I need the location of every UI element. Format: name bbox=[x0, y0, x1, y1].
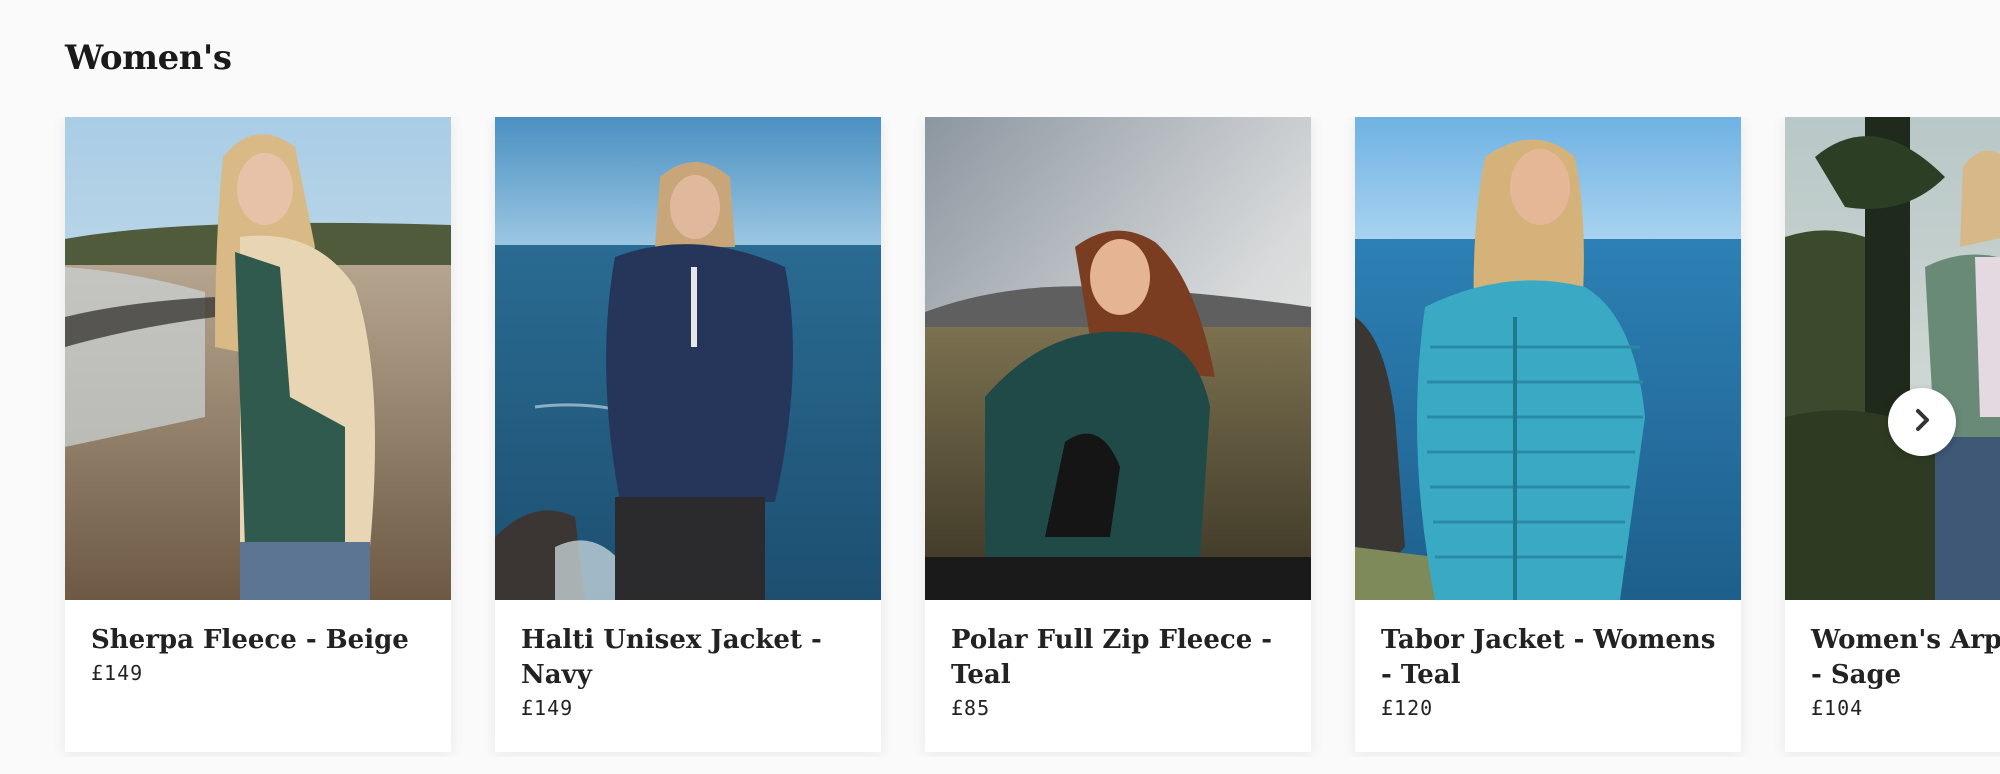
product-image[interactable] bbox=[1355, 117, 1741, 600]
product-name[interactable]: Tabor Jacket - Womens - Teal bbox=[1381, 623, 1721, 693]
product-price: £149 bbox=[521, 696, 574, 720]
section-title: Women's bbox=[65, 38, 232, 78]
product-name[interactable]: Polar Full Zip Fleece - Teal bbox=[951, 623, 1291, 693]
carousel-next-button[interactable] bbox=[1888, 388, 1956, 456]
product-info: Sherpa Fleece - Beige £149 bbox=[91, 623, 431, 688]
product-info: Polar Full Zip Fleece - Teal £85 bbox=[951, 623, 1291, 723]
product-image[interactable] bbox=[495, 117, 881, 600]
product-card[interactable]: Tabor Jacket - Womens - Teal £120 bbox=[1355, 117, 1741, 752]
product-name[interactable]: Halti Unisex Jacket - Navy bbox=[521, 623, 861, 693]
chevron-right-icon bbox=[1908, 406, 1936, 438]
product-info: Women's Arpeto Fleece - Sage £104 bbox=[1811, 623, 2000, 723]
product-price: £149 bbox=[91, 661, 144, 685]
product-card[interactable]: Halti Unisex Jacket - Navy £149 bbox=[495, 117, 881, 752]
product-price: £104 bbox=[1811, 696, 1864, 720]
product-carousel: Sherpa Fleece - Beige £149 Halti Unisex … bbox=[0, 117, 2000, 757]
product-card[interactable]: Polar Full Zip Fleece - Teal £85 bbox=[925, 117, 1311, 752]
product-name[interactable]: Women's Arpeto Fleece - Sage bbox=[1811, 623, 2000, 693]
product-price: £120 bbox=[1381, 696, 1434, 720]
product-image[interactable] bbox=[925, 117, 1311, 600]
product-name[interactable]: Sherpa Fleece - Beige bbox=[91, 623, 431, 658]
product-card[interactable]: Sherpa Fleece - Beige £149 bbox=[65, 117, 451, 752]
womens-section: Women's Sherpa Fleece - Beige £149 Halti… bbox=[0, 0, 2000, 774]
product-info: Halti Unisex Jacket - Navy £149 bbox=[521, 623, 861, 723]
product-info: Tabor Jacket - Womens - Teal £120 bbox=[1381, 623, 1721, 723]
product-image[interactable] bbox=[1785, 117, 2000, 600]
product-image[interactable] bbox=[65, 117, 451, 600]
product-price: £85 bbox=[951, 696, 991, 720]
